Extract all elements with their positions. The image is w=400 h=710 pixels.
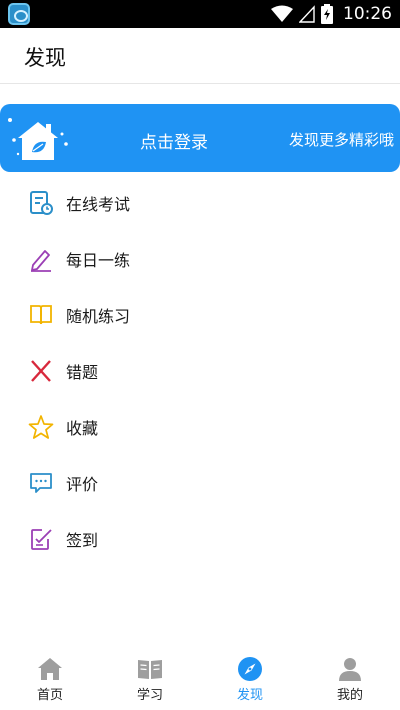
tab-label: 我的 [336,688,363,703]
tab-label: 发现 [236,688,263,703]
menu-item-label: 在线考试 [66,195,131,214]
menu-item-label: 评价 [66,475,99,494]
comment-icon [30,473,52,493]
phone-screen: 10:26 发现 点击登录 发现更多精彩哦 在线考试 每日一练 随机练习 错题 … [0,0,400,710]
home-icon [38,658,62,680]
menu-item-checkin[interactable]: 签到 [0,510,400,566]
app-header: 发现 [0,28,400,84]
tab-label: 首页 [36,688,63,703]
menu-item-label: 收藏 [66,419,99,438]
status-bar: 10:26 [0,0,400,28]
menu-item-online-exam[interactable]: 在线考试 [0,174,400,230]
status-indicators: 10:26 [271,0,392,28]
bottom-navigation: 首页 学习 发现 我的 [0,648,400,710]
star-icon [28,415,54,439]
tab-study[interactable]: 学习 [100,648,200,710]
tab-label: 学习 [136,688,163,703]
tab-home[interactable]: 首页 [0,648,100,710]
login-prompt[interactable]: 点击登录 [140,128,208,153]
status-time: 10:26 [343,4,392,24]
tab-discover[interactable]: 发现 [200,648,300,710]
signal-icon [299,5,315,23]
login-banner[interactable]: 点击登录 发现更多精彩哦 [0,104,400,172]
user-icon [339,658,361,681]
exam-icon [30,191,53,215]
book-icon [30,305,52,325]
menu-item-daily-practice[interactable]: 每日一练 [0,230,400,286]
page-title: 发现 [24,46,66,70]
wifi-icon [271,5,293,22]
menu-item-label: 错题 [66,363,99,382]
checkin-icon [31,529,52,550]
menu-item-label: 随机练习 [66,307,131,326]
menu-item-random-practice[interactable]: 随机练习 [0,286,400,342]
menu-item-wrong-questions[interactable]: 错题 [0,342,400,398]
battery-icon [321,4,333,24]
banner-slogan: 发现更多精彩哦 [288,131,394,149]
tab-mine[interactable]: 我的 [300,648,400,710]
menu-item-label: 每日一练 [66,251,131,270]
discover-menu-list: 在线考试 每日一练 随机练习 错题 收藏 评价 签到 [0,174,400,566]
book-open-icon [138,660,162,679]
house-illustration-icon [8,118,68,160]
menu-item-label: 签到 [66,531,99,550]
pencil-icon [31,250,51,272]
cross-icon [31,360,51,382]
app-notification-icon [8,3,30,25]
compass-icon [238,657,262,681]
menu-item-favorites[interactable]: 收藏 [0,398,400,454]
menu-item-review[interactable]: 评价 [0,454,400,510]
